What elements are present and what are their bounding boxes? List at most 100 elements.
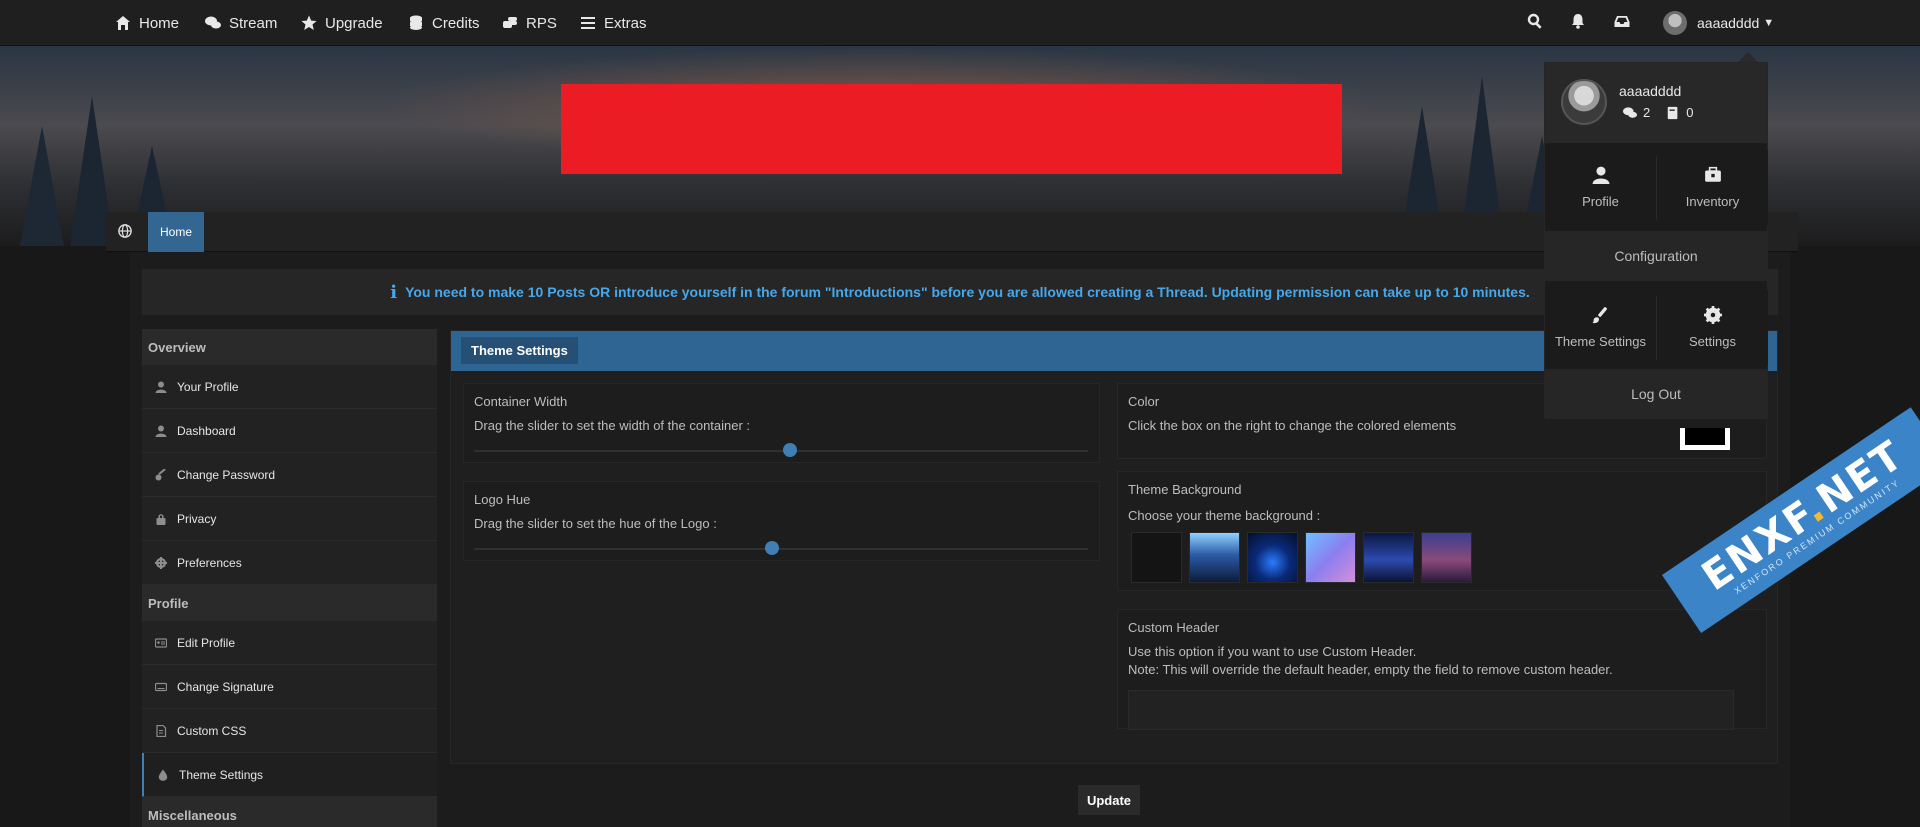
background-option-aurora[interactable] [1189, 532, 1240, 583]
nav-extras-label: Extras [604, 14, 647, 32]
color-picker-swatch[interactable] [1680, 428, 1730, 450]
logo-redaction [561, 84, 1342, 174]
sidebar-item-label: Edit Profile [177, 635, 236, 650]
sidebar-item-label: Change Password [177, 467, 276, 482]
sidebar-heading-overview: Overview [142, 329, 437, 365]
dropdown-theme-settings[interactable]: Theme Settings [1545, 290, 1656, 365]
lock-icon [156, 513, 166, 525]
sidebar-item-label: Dashboard [177, 423, 236, 438]
nav-inbox[interactable] [1614, 13, 1632, 31]
keyboard-icon [155, 682, 167, 691]
star-icon [301, 15, 317, 30]
account-sidebar: Overview Your Profile Dashboard Change P… [142, 329, 437, 827]
sidebar-item-label: Privacy [177, 511, 217, 526]
nav-alerts[interactable] [1570, 13, 1588, 31]
dropdown-theme-settings-label: Theme Settings [1554, 334, 1647, 349]
breadcrumb-home[interactable]: Home [148, 212, 204, 252]
dropdown-settings-label: Settings [1689, 334, 1736, 349]
nav-upgrade-label: Upgrade [325, 14, 383, 32]
comments-icon [1623, 106, 1637, 118]
sidebar-item-label: Custom CSS [177, 723, 247, 738]
logo-hue-slider-handle[interactable] [765, 541, 779, 555]
sidebar-item-custom-css[interactable]: Custom CSS [142, 709, 437, 753]
background-option-pastel-sky[interactable] [1305, 532, 1356, 583]
avatar[interactable] [1561, 79, 1607, 125]
logo-hue-title: Logo Hue [474, 492, 531, 507]
dropdown-inventory-label: Inventory [1685, 194, 1740, 209]
toolbox-icon [1704, 166, 1721, 182]
sidebar-item-label: Theme Settings [179, 767, 264, 782]
key-icon [155, 468, 166, 480]
user-icon [1592, 166, 1609, 184]
dropdown-user-card: aaaadddd 2 0 [1545, 63, 1767, 143]
sidebar-item-preferences[interactable]: Preferences [142, 541, 437, 585]
nav-username: aaaadddd [1697, 15, 1760, 31]
sidebar-item-change-password[interactable]: Change Password [142, 453, 437, 497]
custom-header-desc-2: Note: This will override the default hea… [1128, 662, 1613, 677]
inbox-icon [1614, 16, 1630, 27]
nav-credits[interactable]: Credits [408, 0, 480, 46]
reaction-count: 0 [1686, 105, 1694, 120]
dropdown-caret [1738, 52, 1758, 62]
update-button[interactable]: Update [1078, 785, 1140, 815]
paintbrush-icon [1592, 307, 1607, 324]
user-dropdown-menu: aaaadddd 2 0 Profile Inventory Configura… [1544, 62, 1768, 419]
main-content: i You need to make 10 Posts OR introduce… [130, 252, 1790, 827]
top-navigation: Home Stream Upgrade Credits RPS Extras a… [0, 0, 1920, 46]
dropdown-settings[interactable]: Settings [1657, 290, 1768, 365]
dropdown-inventory[interactable]: Inventory [1657, 150, 1768, 225]
nav-rps-label: RPS [526, 14, 557, 32]
globe-icon[interactable] [118, 224, 134, 240]
dropdown-username[interactable]: aaaadddd [1619, 83, 1681, 99]
nav-extras[interactable]: Extras [580, 0, 647, 46]
custom-header-title: Custom Header [1128, 620, 1220, 635]
nav-stream[interactable]: Stream [205, 0, 277, 46]
tab-theme-settings[interactable]: Theme Settings [461, 337, 578, 364]
custom-header-box: Custom Header Use this option if you wan… [1117, 609, 1767, 730]
logo-hue-desc: Drag the slider to set the hue of the Lo… [474, 516, 717, 531]
container-width-slider[interactable] [474, 450, 1088, 452]
nav-rps[interactable]: RPS [502, 0, 557, 46]
nav-upgrade[interactable]: Upgrade [301, 0, 383, 46]
background-option-dark[interactable] [1131, 532, 1182, 583]
color-desc: Click the box on the right to change the… [1128, 418, 1457, 433]
sidebar-item-edit-profile[interactable]: Edit Profile [142, 621, 437, 665]
gear-icon [1703, 306, 1722, 324]
dropdown-logout[interactable]: Log Out [1545, 369, 1767, 419]
user-icon [155, 425, 167, 437]
hand-icon [503, 17, 517, 28]
custom-header-input[interactable] [1128, 690, 1734, 730]
background-desc: Choose your theme background : [1128, 508, 1321, 523]
nav-search[interactable] [1527, 13, 1545, 31]
sidebar-item-theme-settings[interactable]: Theme Settings [142, 753, 437, 797]
user-icon [155, 381, 167, 393]
sidebar-item-privacy[interactable]: Privacy [142, 497, 437, 541]
sidebar-item-your-profile[interactable]: Your Profile [142, 365, 437, 409]
gear-icon [155, 556, 167, 569]
nav-user-menu[interactable]: aaaadddd ▼ [1663, 11, 1774, 35]
notice-text: You need to make 10 Posts OR introduce y… [405, 284, 1530, 300]
book-icon [1667, 106, 1678, 119]
file-code-icon [156, 724, 167, 737]
background-option-blue-wave[interactable] [1247, 532, 1298, 583]
dropdown-configuration[interactable]: Configuration [1545, 231, 1767, 281]
nav-home[interactable]: Home [115, 0, 179, 46]
message-count: 2 [1643, 105, 1651, 120]
chevron-down-icon: ▼ [1763, 17, 1775, 29]
logo-hue-box: Logo Hue Drag the slider to set the hue … [463, 481, 1100, 561]
tree-decoration [20, 126, 64, 246]
sidebar-heading-profile: Profile [142, 585, 437, 621]
background-title: Theme Background [1128, 482, 1242, 497]
dropdown-profile[interactable]: Profile [1545, 150, 1656, 225]
sidebar-item-dashboard[interactable]: Dashboard [142, 409, 437, 453]
background-option-crystal-city[interactable] [1363, 532, 1414, 583]
container-width-desc: Drag the slider to set the width of the … [474, 418, 751, 433]
sidebar-heading-misc: Miscellaneous [142, 797, 437, 827]
sidebar-item-label: Change Signature [177, 679, 274, 694]
sidebar-item-label: Your Profile [177, 379, 239, 394]
background-option-mountains[interactable] [1421, 532, 1472, 583]
sidebar-item-change-signature[interactable]: Change Signature [142, 665, 437, 709]
logo-hue-slider[interactable] [474, 548, 1088, 550]
user-stats: 2 0 [1623, 105, 1693, 120]
container-width-slider-handle[interactable] [783, 443, 797, 457]
